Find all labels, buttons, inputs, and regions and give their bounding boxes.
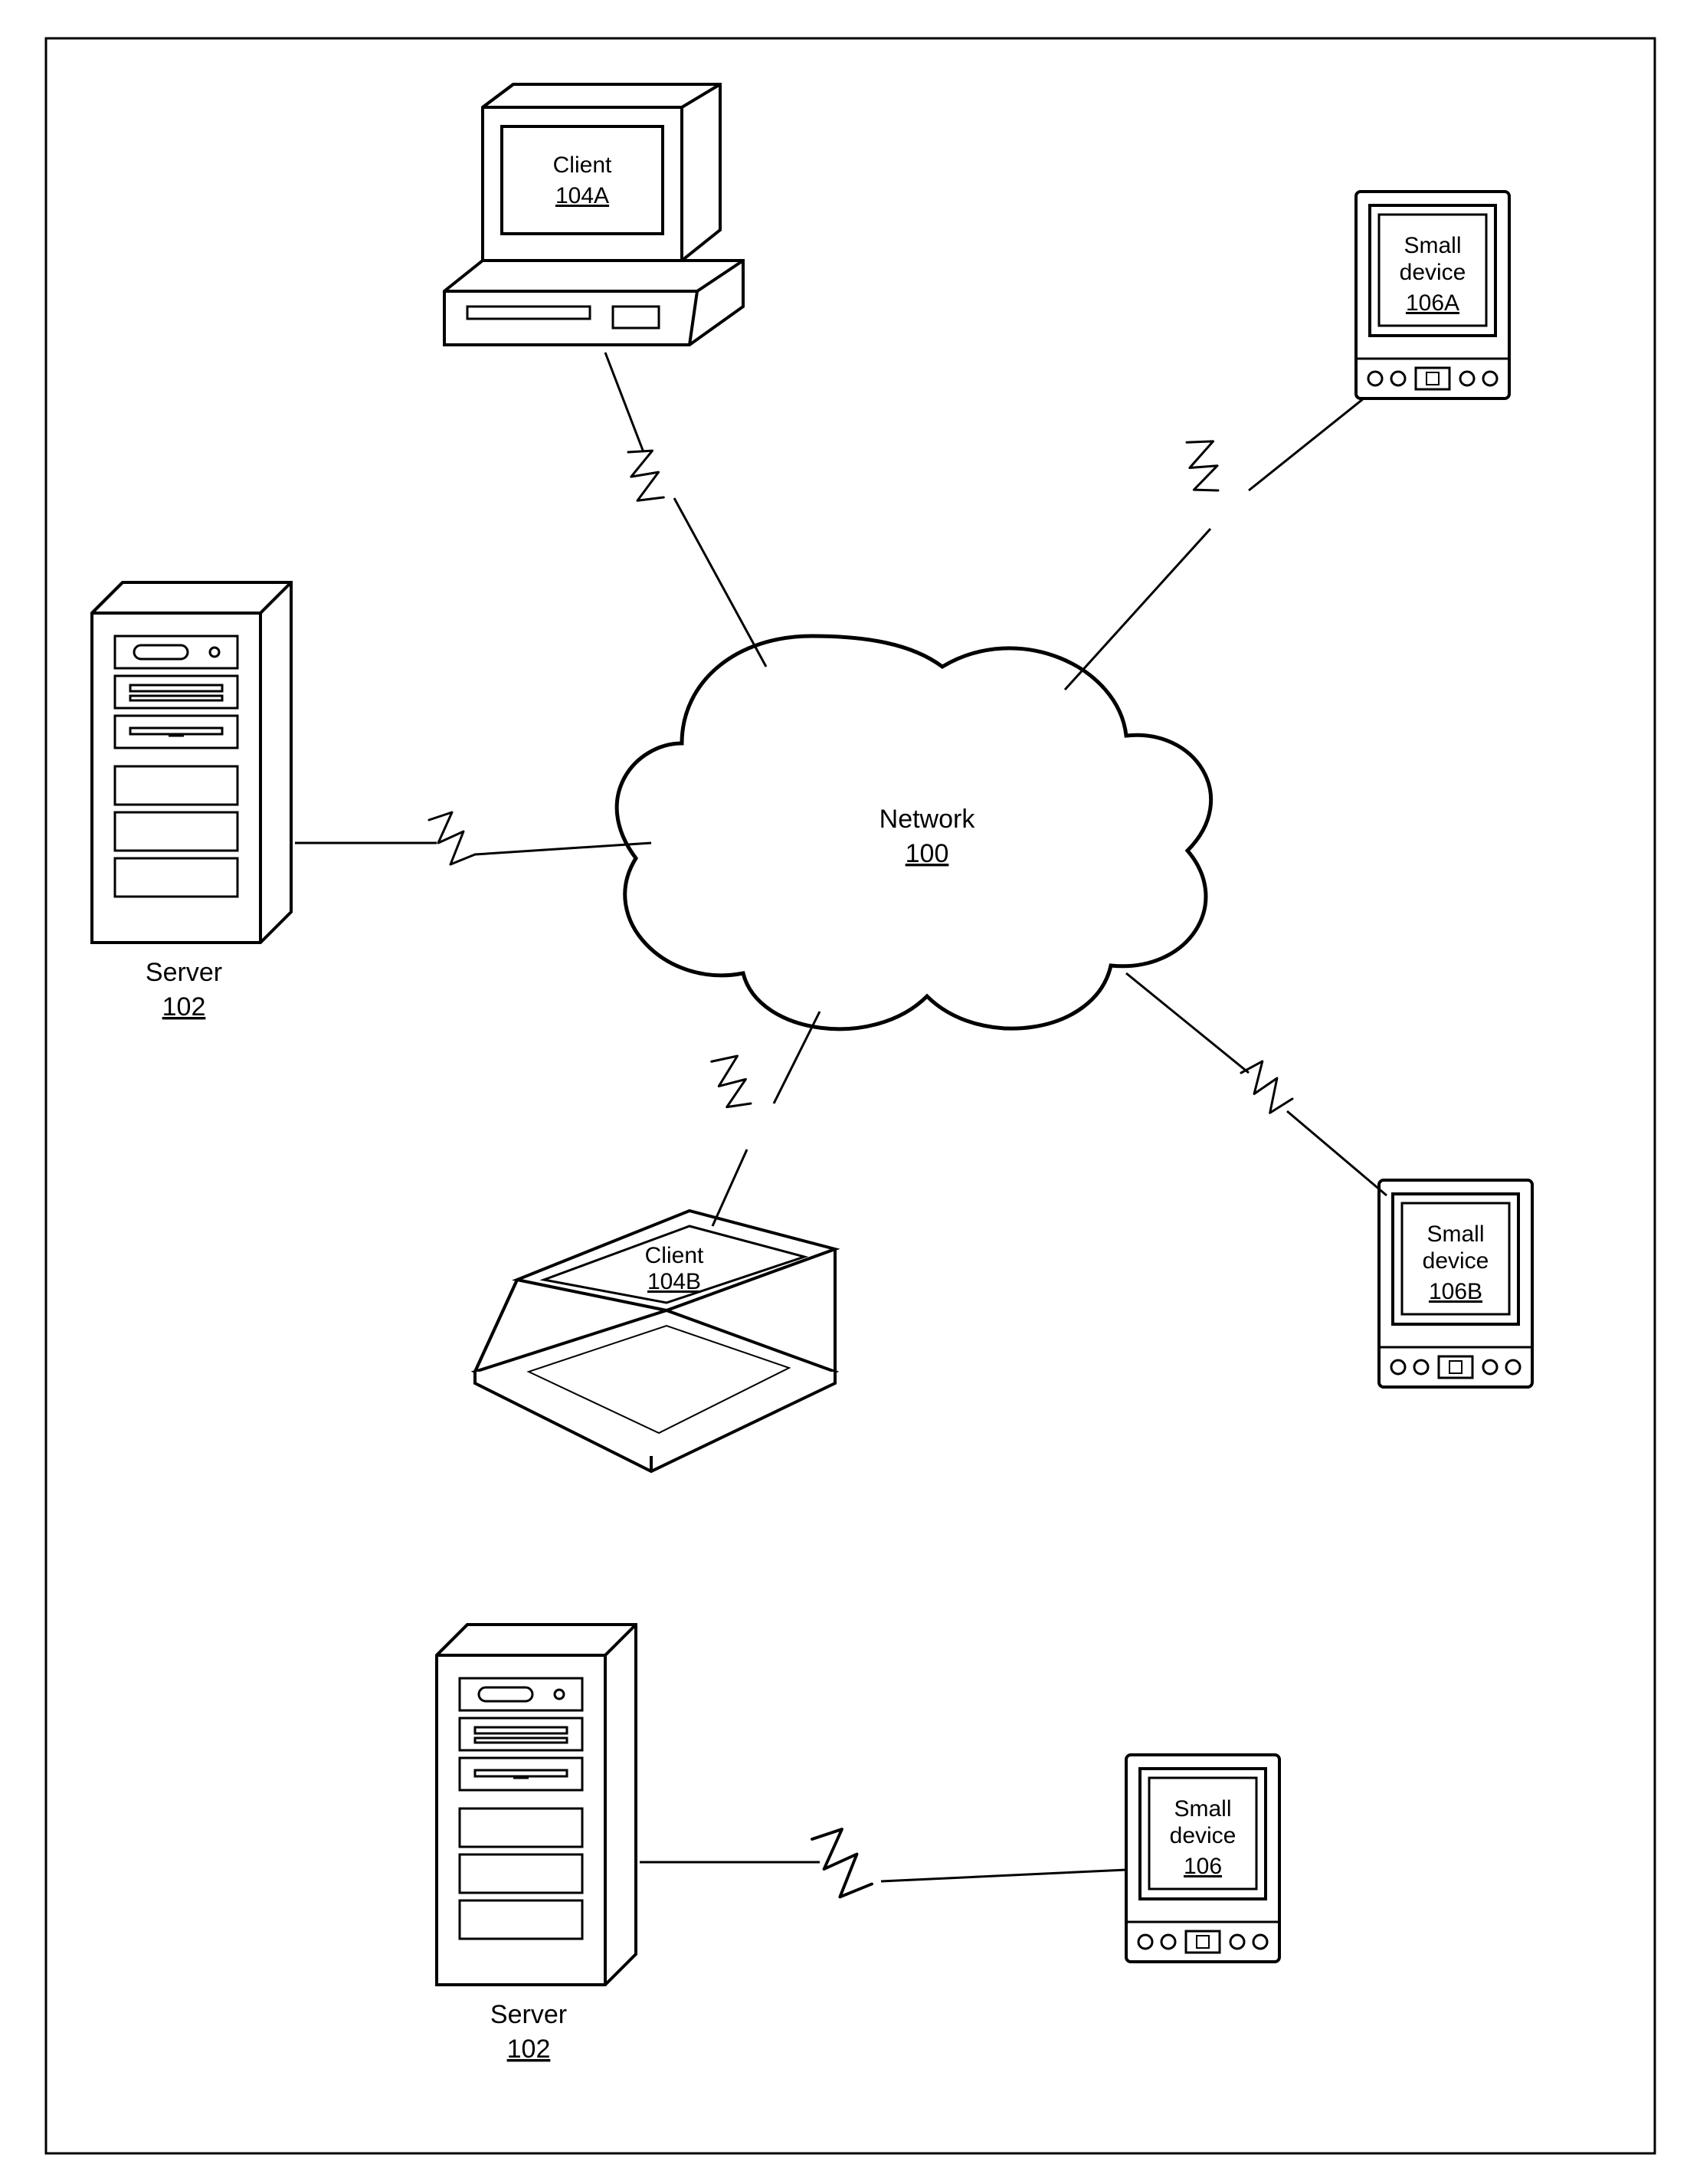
- small-b-l2: device: [1423, 1248, 1489, 1274]
- server2-node: Server 102: [437, 1625, 636, 2064]
- client-a-title: Client: [553, 152, 612, 178]
- client-b-id: 104B: [647, 1269, 701, 1294]
- figure-2: Server 102 Small device 106: [437, 1625, 1279, 2064]
- client-b-node: Client 104B: [475, 1211, 835, 1471]
- server2-id: 102: [507, 2035, 551, 2064]
- small-device-b-node: Small device 106B: [1379, 1180, 1532, 1387]
- small-a-l1: Small: [1404, 233, 1461, 258]
- small-b-l1: Small: [1426, 1222, 1484, 1247]
- network-id: 100: [906, 839, 949, 868]
- link-server2-small2: [640, 1829, 1126, 1897]
- network-cloud: Network 100: [617, 636, 1210, 1029]
- small-b-id: 106B: [1429, 1279, 1482, 1304]
- server-node: Server 102: [92, 582, 291, 1021]
- small2-id: 106: [1184, 1854, 1222, 1879]
- client-a-id: 104A: [555, 183, 609, 208]
- link-client-b: [704, 1012, 820, 1226]
- small-device-2-node: Small device 106: [1126, 1755, 1279, 1962]
- small-a-l2: device: [1400, 260, 1466, 285]
- small2-l1: Small: [1174, 1796, 1231, 1822]
- network-title: Network: [879, 805, 976, 834]
- link-server: [295, 812, 651, 864]
- link-client-a: [605, 353, 766, 667]
- server-id: 102: [162, 992, 206, 1021]
- figure-canvas: Network 100 Server 102 Client 104A: [0, 0, 1700, 2184]
- server2-title: Server: [490, 2000, 567, 2029]
- small-a-id: 106A: [1406, 290, 1459, 316]
- link-small-a: [1065, 398, 1364, 690]
- figure-1: Network 100 Server 102 Client 104A: [92, 84, 1532, 1471]
- small-device-a-node: Small device 106A: [1356, 192, 1509, 398]
- small2-l2: device: [1170, 1823, 1237, 1848]
- link-small-b: [1126, 973, 1387, 1195]
- client-a-node: Client 104A: [444, 84, 743, 345]
- server-title: Server: [146, 958, 222, 987]
- client-b-title: Client: [645, 1243, 704, 1268]
